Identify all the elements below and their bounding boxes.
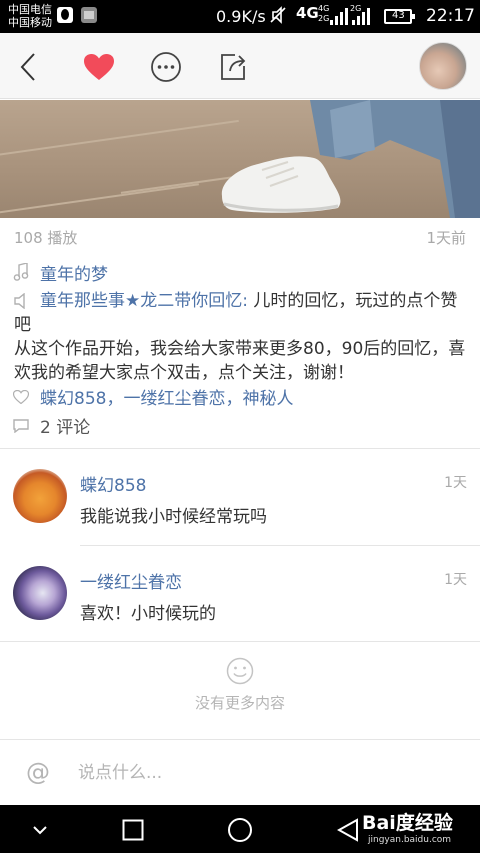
music-note-icon <box>12 263 30 281</box>
triangle-back-icon <box>337 818 358 842</box>
square-icon <box>122 819 144 841</box>
no-more-content: 没有更多内容 <box>0 642 480 739</box>
video-frame-shoe <box>221 156 341 213</box>
comment-time: 1天 <box>444 475 467 491</box>
more-icon <box>151 52 181 82</box>
heart-icon <box>84 54 114 80</box>
comment-input-bar: @ <box>0 739 480 805</box>
carrier-1: 中国电信 <box>8 3 52 16</box>
music-row[interactable]: 童年的梦 <box>0 260 480 286</box>
nav-back-button[interactable] <box>334 816 362 844</box>
author-avatar[interactable] <box>419 42 467 90</box>
nav-recent-button[interactable] <box>119 816 147 844</box>
comment-count-row: 2 评论 <box>0 413 480 439</box>
commenter-avatar[interactable] <box>13 566 67 620</box>
signal-icon-2 <box>352 7 370 25</box>
comment-time: 1天 <box>444 572 467 588</box>
comment-text: 喜欢！小时候玩的 <box>80 604 216 624</box>
battery-level: 43 <box>392 10 405 21</box>
top-toolbar <box>0 33 480 99</box>
video-player[interactable] <box>0 100 480 218</box>
back-icon <box>20 53 35 81</box>
carrier-2: 中国移动 <box>8 16 52 29</box>
mention-icon[interactable]: @ <box>26 758 50 786</box>
watermark-sub: jingyan.baidu.com <box>368 835 452 845</box>
comment-item[interactable]: 蝶幻858 1天 我能说我小时候经常玩吗 <box>0 449 480 546</box>
nav-home-button[interactable] <box>226 816 254 844</box>
no-more-text: 没有更多内容 <box>194 694 285 712</box>
commenter-avatar[interactable] <box>13 469 67 523</box>
more-button[interactable] <box>146 47 186 87</box>
video-meta: 108 播放 1天前 <box>0 218 480 254</box>
likes-row: 蝶幻858，一缕红尘眷恋，神秘人 <box>0 384 480 410</box>
like-outline-icon <box>12 388 30 406</box>
smile-icon <box>226 657 254 685</box>
video-description: 童年那些事★龙二带你回忆: 儿时的回忆，玩过的点个赞吧 从这个作品开始，我会给大… <box>14 289 469 385</box>
liked-users[interactable]: 蝶幻858，一缕红尘眷恋，神秘人 <box>40 384 293 409</box>
comment-item[interactable]: 一缕红尘眷恋 1天 喜欢！小时候玩的 <box>0 546 480 643</box>
play-count: 108 播放 <box>14 229 78 247</box>
post-time: 1天前 <box>426 229 466 247</box>
music-title[interactable]: 童年的梦 <box>40 260 108 285</box>
comment-count: 2 评论 <box>40 418 91 438</box>
like-button[interactable] <box>79 47 119 87</box>
baidu-watermark: Bai度经验 jingyan.baidu.com <box>362 808 453 845</box>
comment-icon <box>12 417 30 435</box>
chevron-down-icon <box>33 826 47 835</box>
network-small-2: 2G <box>318 14 330 23</box>
nav-down-button[interactable] <box>26 816 54 844</box>
back-button[interactable] <box>8 47 48 87</box>
watermark-main: Bai度经验 <box>362 812 453 834</box>
mute-icon <box>270 6 286 28</box>
image-notification-icon <box>81 7 97 23</box>
circle-icon <box>228 818 252 842</box>
battery-icon: 43 <box>384 9 415 24</box>
commenter-name[interactable]: 一缕红尘眷恋 <box>80 568 182 593</box>
qq-notification-icon <box>57 7 73 23</box>
share-icon <box>221 54 246 80</box>
network-small-1: 4G <box>318 4 330 13</box>
commenter-name[interactable]: 蝶幻858 <box>80 471 146 496</box>
clock: 22:17 <box>426 6 475 26</box>
share-button[interactable] <box>213 47 253 87</box>
description-topic-link[interactable]: 童年那些事★龙二带你回忆: <box>40 291 248 311</box>
network-speed: 0.9K/s <box>216 7 266 26</box>
comment-input[interactable] <box>78 758 458 788</box>
network-type: 4G <box>296 4 319 22</box>
carrier-info: 中国电信 中国移动 <box>8 3 52 29</box>
status-bar: 中国电信 中国移动 0.9K/s 4G 4G 2G 2G 43 22:17 <box>0 0 480 33</box>
signal-icon <box>330 7 348 25</box>
comment-text: 我能说我小时候经常玩吗 <box>80 507 267 527</box>
